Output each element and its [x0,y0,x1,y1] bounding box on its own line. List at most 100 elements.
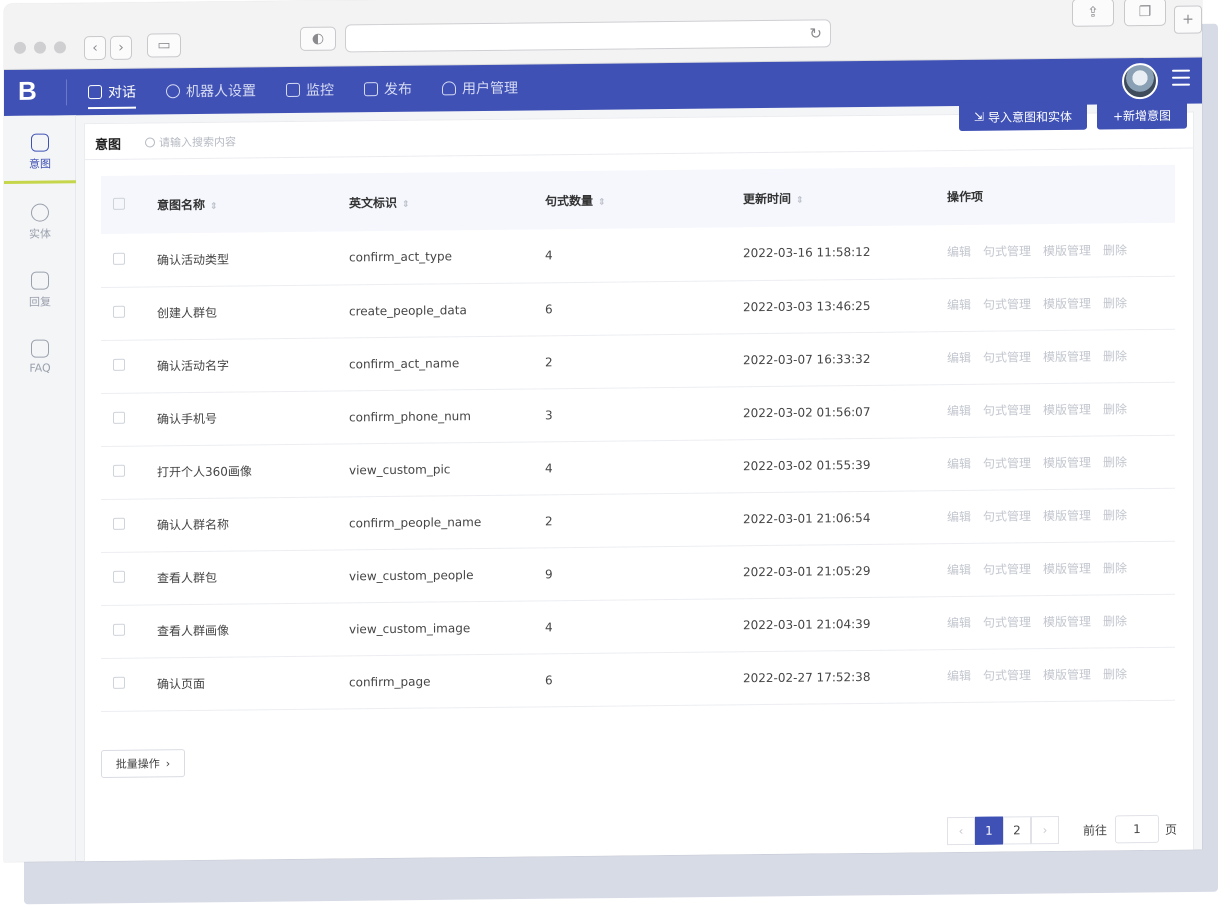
col-header-count[interactable]: 句式数量 ⇕ [545,169,743,229]
nav-item-user-management[interactable]: 用户管理 [442,65,518,112]
select-all-checkbox[interactable] [113,197,125,210]
row-checkbox[interactable] [113,358,125,371]
nav-item-publish[interactable]: 发布 [364,66,412,113]
name-cell: 确认页面 [157,655,349,711]
sentence-manage-link[interactable]: 句式管理 [983,297,1031,312]
edit-link[interactable]: 编辑 [947,351,971,365]
sidebar-item-entity[interactable]: 实体 [4,203,76,242]
delete-link[interactable]: 删除 [1103,667,1127,681]
col-header-updated[interactable]: 更新时间 ⇕ [743,167,947,227]
row-checkbox[interactable] [113,676,125,689]
search-input[interactable]: 请输入搜索内容 [145,134,236,151]
english-cell: view_custom_pic [349,441,545,497]
sort-icon[interactable]: ⇕ [210,201,218,211]
ops-cell: 编辑 句式管理 模版管理 删除 [947,328,1175,385]
sentence-manage-link[interactable]: 句式管理 [983,615,1031,630]
edit-link[interactable]: 编辑 [947,298,971,312]
share-button[interactable]: ⇪ [1072,0,1114,27]
nav-item-chat[interactable]: 对话 [88,69,136,116]
search-icon [145,137,155,148]
row-checkbox[interactable] [113,570,125,583]
reload-icon[interactable]: ↻ [809,24,822,42]
import-intents-button[interactable]: ⇲ 导入意图和实体 [959,101,1087,131]
sentence-manage-link[interactable]: 句式管理 [983,350,1031,365]
sidebar-item-faq[interactable]: FAQ [4,339,76,375]
goto-page-input[interactable]: 1 [1114,814,1159,844]
next-page-button[interactable]: › [1030,815,1059,845]
edit-link[interactable]: 编辑 [947,563,971,577]
back-button[interactable]: ‹ [84,35,106,61]
template-manage-link[interactable]: 模版管理 [1043,403,1091,418]
edit-link[interactable]: 编辑 [947,669,971,683]
row-checkbox[interactable] [113,411,125,424]
english-cell: confirm_page [349,653,545,709]
template-manage-link[interactable]: 模版管理 [1043,350,1091,365]
template-manage-link[interactable]: 模版管理 [1043,297,1091,312]
sentence-manage-link[interactable]: 句式管理 [983,456,1031,471]
delete-link[interactable]: 删除 [1103,296,1127,310]
pagination: ‹ 1 2 › 前往 1 页 [946,814,1177,846]
nav-item-robot-settings[interactable]: 机器人设置 [166,67,256,114]
name-cell: 确认手机号 [157,390,349,446]
sidebar-item-intent[interactable]: 意图 [4,133,76,172]
edit-link[interactable]: 编辑 [947,245,971,259]
page-2-button[interactable]: 2 [1002,816,1031,845]
template-manage-link[interactable]: 模版管理 [1043,668,1091,683]
delete-link[interactable]: 删除 [1103,349,1127,363]
robot-settings-icon [166,84,180,99]
template-manage-link[interactable]: 模版管理 [1043,615,1091,630]
row-checkbox[interactable] [113,305,125,318]
row-checkbox[interactable] [113,517,125,530]
delete-link[interactable]: 删除 [1103,402,1127,416]
page-1-button[interactable]: 1 [974,816,1003,845]
row-checkbox[interactable] [113,464,125,477]
edit-link[interactable]: 编辑 [947,616,971,630]
sentence-manage-link[interactable]: 句式管理 [983,403,1031,418]
sidebar-toggle-button[interactable]: ▭ [147,33,181,58]
template-manage-link[interactable]: 模版管理 [1043,509,1091,524]
batch-operations-button[interactable]: 批量操作 › [101,749,185,778]
add-intent-button[interactable]: +新增意图 [1097,100,1187,130]
tabs-overview-button[interactable]: ❐ [1124,0,1166,27]
english-cell: confirm_people_name [349,494,545,550]
goto-label: 前往 [1082,822,1107,838]
edit-link[interactable]: 编辑 [947,510,971,524]
forward-button[interactable]: › [110,35,132,60]
delete-link[interactable]: 删除 [1103,614,1127,628]
maximize-window-button[interactable] [54,41,66,54]
row-checkbox[interactable] [113,623,125,636]
template-manage-link[interactable]: 模版管理 [1043,456,1091,471]
row-checkbox[interactable] [113,252,125,265]
sentence-manage-link[interactable]: 句式管理 [983,562,1031,577]
hamburger-menu-icon[interactable] [1172,69,1190,86]
delete-link[interactable]: 删除 [1103,455,1127,469]
sort-icon[interactable]: ⇕ [796,195,804,205]
privacy-shield-icon[interactable]: ◐ [300,26,336,51]
delete-link[interactable]: 删除 [1103,561,1127,575]
user-avatar[interactable] [1122,62,1158,100]
delete-link[interactable]: 删除 [1103,508,1127,522]
minimize-window-button[interactable] [34,41,46,54]
edit-link[interactable]: 编辑 [947,404,971,418]
template-manage-link[interactable]: 模版管理 [1043,562,1091,577]
sentence-manage-link[interactable]: 句式管理 [983,668,1031,683]
add-intent-label: +新增意图 [1112,108,1172,123]
updated-cell: 2022-03-02 01:55:39 [743,437,947,493]
new-tab-button[interactable]: + [1174,5,1202,34]
template-manage-link[interactable]: 模版管理 [1043,243,1091,258]
col-header-name[interactable]: 意图名称 ⇕ [157,173,349,233]
address-bar[interactable]: ↻ [345,19,831,53]
sentence-manage-link[interactable]: 句式管理 [983,244,1031,259]
col-header-english[interactable]: 英文标识 ⇕ [349,171,545,231]
prev-page-button[interactable]: ‹ [946,816,975,846]
nav-item-monitor[interactable]: 监控 [286,67,334,114]
updated-cell: 2022-03-03 13:46:25 [743,278,947,334]
col-header-label: 英文标识 [349,195,398,210]
edit-link[interactable]: 编辑 [947,457,971,471]
sort-icon[interactable]: ⇕ [402,199,410,209]
close-window-button[interactable] [14,41,26,54]
sidebar-item-reply[interactable]: 回复 [4,271,76,310]
sort-icon[interactable]: ⇕ [598,197,606,207]
delete-link[interactable]: 删除 [1103,243,1127,257]
sentence-manage-link[interactable]: 句式管理 [983,509,1031,524]
